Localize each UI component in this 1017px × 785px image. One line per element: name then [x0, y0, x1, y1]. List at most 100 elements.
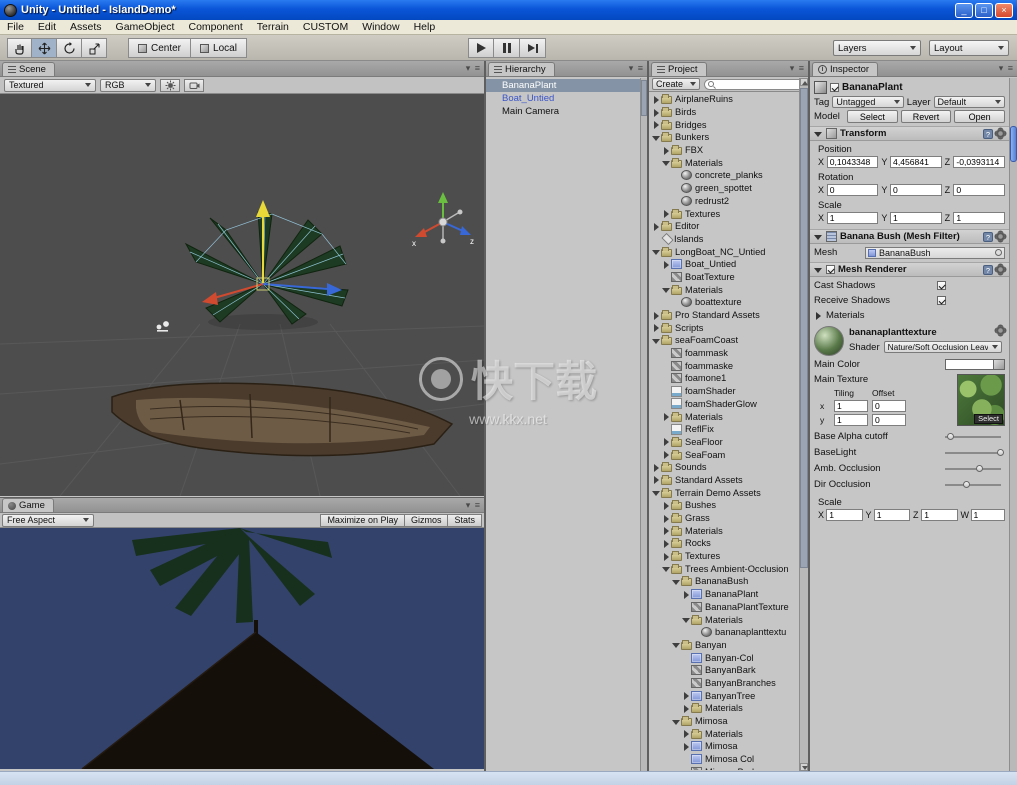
project-tree-item[interactable]: foamShaderGlow: [649, 398, 799, 411]
foldout-arrow-icon[interactable]: [652, 222, 661, 231]
project-tree-item[interactable]: Bushes: [649, 499, 799, 512]
gizmos-toggle[interactable]: Gizmos: [405, 514, 449, 527]
move-tool-button[interactable]: [32, 38, 57, 58]
project-tree-item[interactable]: Scripts: [649, 321, 799, 334]
foldout-arrow-icon[interactable]: [682, 590, 691, 599]
menu-item[interactable]: Help: [407, 20, 443, 35]
slider-handle[interactable]: [963, 481, 970, 488]
project-tree-item[interactable]: Materials: [649, 283, 799, 296]
tab-scene[interactable]: Scene: [2, 62, 55, 76]
transform-component-header[interactable]: Transform ?: [810, 126, 1009, 141]
foldout-arrow-icon[interactable]: [652, 463, 661, 472]
foldout-arrow-icon[interactable]: [652, 120, 661, 129]
pan-tool-button[interactable]: [7, 38, 32, 58]
project-tree-item[interactable]: BananaPlantTexture: [649, 601, 799, 614]
position-z-field[interactable]: [953, 156, 1005, 168]
project-tree-item[interactable]: Pro Standard Assets: [649, 309, 799, 322]
tab-inspector[interactable]: i Inspector: [812, 62, 878, 76]
mat-scale-w-field[interactable]: [971, 509, 1006, 521]
aspect-dropdown[interactable]: Free Aspect: [2, 514, 94, 527]
project-tree-item[interactable]: foammaske: [649, 359, 799, 372]
slider-handle[interactable]: [976, 465, 983, 472]
foldout-arrow-icon[interactable]: [652, 108, 661, 117]
materials-foldout[interactable]: Materials: [814, 309, 1005, 322]
minimize-button[interactable]: _: [955, 3, 973, 18]
panel-options-icon[interactable]: ▾ ≡: [790, 63, 805, 74]
foldout-arrow-icon[interactable]: [814, 129, 823, 138]
foldout-arrow-icon[interactable]: [682, 666, 691, 675]
object-picker-icon[interactable]: [995, 249, 1002, 256]
main-color-swatch[interactable]: [945, 359, 1005, 370]
foldout-arrow-icon[interactable]: [662, 158, 671, 167]
tiling-x-field[interactable]: [834, 400, 868, 412]
foldout-arrow-icon[interactable]: [662, 146, 671, 155]
play-button[interactable]: [468, 38, 494, 58]
hierarchy-item[interactable]: BananaPlant: [486, 79, 647, 92]
hierarchy-scrollbar[interactable]: [640, 78, 647, 771]
project-tree-item[interactable]: Materials: [649, 702, 799, 715]
menu-item[interactable]: Window: [355, 20, 406, 35]
project-tree-item[interactable]: Trees Ambient-Occlusion: [649, 562, 799, 575]
foldout-arrow-icon[interactable]: [652, 488, 661, 497]
foldout-arrow-icon[interactable]: [652, 323, 661, 332]
project-tree-item[interactable]: MimosaBark: [649, 765, 799, 770]
mat-scale-y-field[interactable]: [874, 509, 910, 521]
foldout-arrow-icon[interactable]: [662, 260, 671, 269]
foldout-arrow-icon[interactable]: [652, 311, 661, 320]
menu-item[interactable]: Terrain: [250, 20, 296, 35]
layout-dropdown[interactable]: Layout: [929, 40, 1009, 56]
position-y-field[interactable]: [890, 156, 942, 168]
render-mode-dropdown[interactable]: RGB: [100, 79, 156, 92]
project-tree-item[interactable]: redrust2: [649, 195, 799, 208]
foldout-arrow-icon[interactable]: [682, 691, 691, 700]
foldout-arrow-icon[interactable]: [662, 425, 671, 434]
menu-item[interactable]: GameObject: [109, 20, 182, 35]
foldout-arrow-icon[interactable]: [652, 133, 661, 142]
project-tree-item[interactable]: Mimosa Col: [649, 753, 799, 766]
active-checkbox[interactable]: [830, 83, 839, 92]
foldout-arrow-icon[interactable]: [652, 95, 661, 104]
project-tree-item[interactable]: Bunkers: [649, 131, 799, 144]
scroll-down-arrow[interactable]: [800, 763, 808, 771]
project-tree-item[interactable]: Materials: [649, 156, 799, 169]
foldout-arrow-icon[interactable]: [662, 539, 671, 548]
project-tree-item[interactable]: Banyan-Col: [649, 651, 799, 664]
project-tree-item[interactable]: Boat_Untied: [649, 258, 799, 271]
rotation-y-field[interactable]: [890, 184, 942, 196]
project-tree-item[interactable]: concrete_planks: [649, 169, 799, 182]
cast-shadows-checkbox[interactable]: [937, 281, 946, 290]
project-tree-item[interactable]: LongBoat_NC_Untied: [649, 245, 799, 258]
foldout-arrow-icon[interactable]: [672, 184, 681, 193]
model-open-button[interactable]: Open: [954, 110, 1005, 123]
menu-item[interactable]: Edit: [31, 20, 63, 35]
tab-project[interactable]: Project: [651, 62, 707, 76]
tag-dropdown[interactable]: Untagged: [832, 96, 903, 108]
draw-mode-dropdown[interactable]: Textured: [4, 79, 96, 92]
slider[interactable]: [945, 436, 1001, 438]
maximize-button[interactable]: □: [975, 3, 993, 18]
panel-options-icon[interactable]: ▾ ≡: [999, 63, 1014, 74]
foldout-arrow-icon[interactable]: [662, 209, 671, 218]
tab-game[interactable]: Game: [2, 498, 54, 512]
project-tree-item[interactable]: BanyanTree: [649, 689, 799, 702]
project-tree-item[interactable]: AirplaneRuins: [649, 93, 799, 106]
foldout-arrow-icon[interactable]: [652, 247, 661, 256]
mat-scale-z-field[interactable]: [921, 509, 957, 521]
project-tree-item[interactable]: Terrain Demo Assets: [649, 486, 799, 499]
scene-viewport[interactable]: x z: [0, 94, 484, 496]
slider[interactable]: [945, 452, 1001, 454]
rotate-tool-button[interactable]: [57, 38, 82, 58]
mat-scale-x-field[interactable]: [826, 509, 862, 521]
project-tree-item[interactable]: FBX: [649, 144, 799, 157]
renderer-enabled-checkbox[interactable]: [826, 265, 835, 274]
pause-button[interactable]: [494, 38, 520, 58]
menu-item[interactable]: CUSTOM: [296, 20, 355, 35]
foldout-arrow-icon[interactable]: [682, 615, 691, 624]
foldout-arrow-icon[interactable]: [662, 285, 671, 294]
scene-orientation-gizmo[interactable]: x z: [412, 192, 474, 248]
project-tree-item[interactable]: Banyan: [649, 639, 799, 652]
project-tree-item[interactable]: Bridges: [649, 118, 799, 131]
project-tree-item[interactable]: Rocks: [649, 537, 799, 550]
pivot-local-button[interactable]: Local: [191, 38, 247, 58]
texture-select-button[interactable]: Select: [974, 414, 1003, 424]
